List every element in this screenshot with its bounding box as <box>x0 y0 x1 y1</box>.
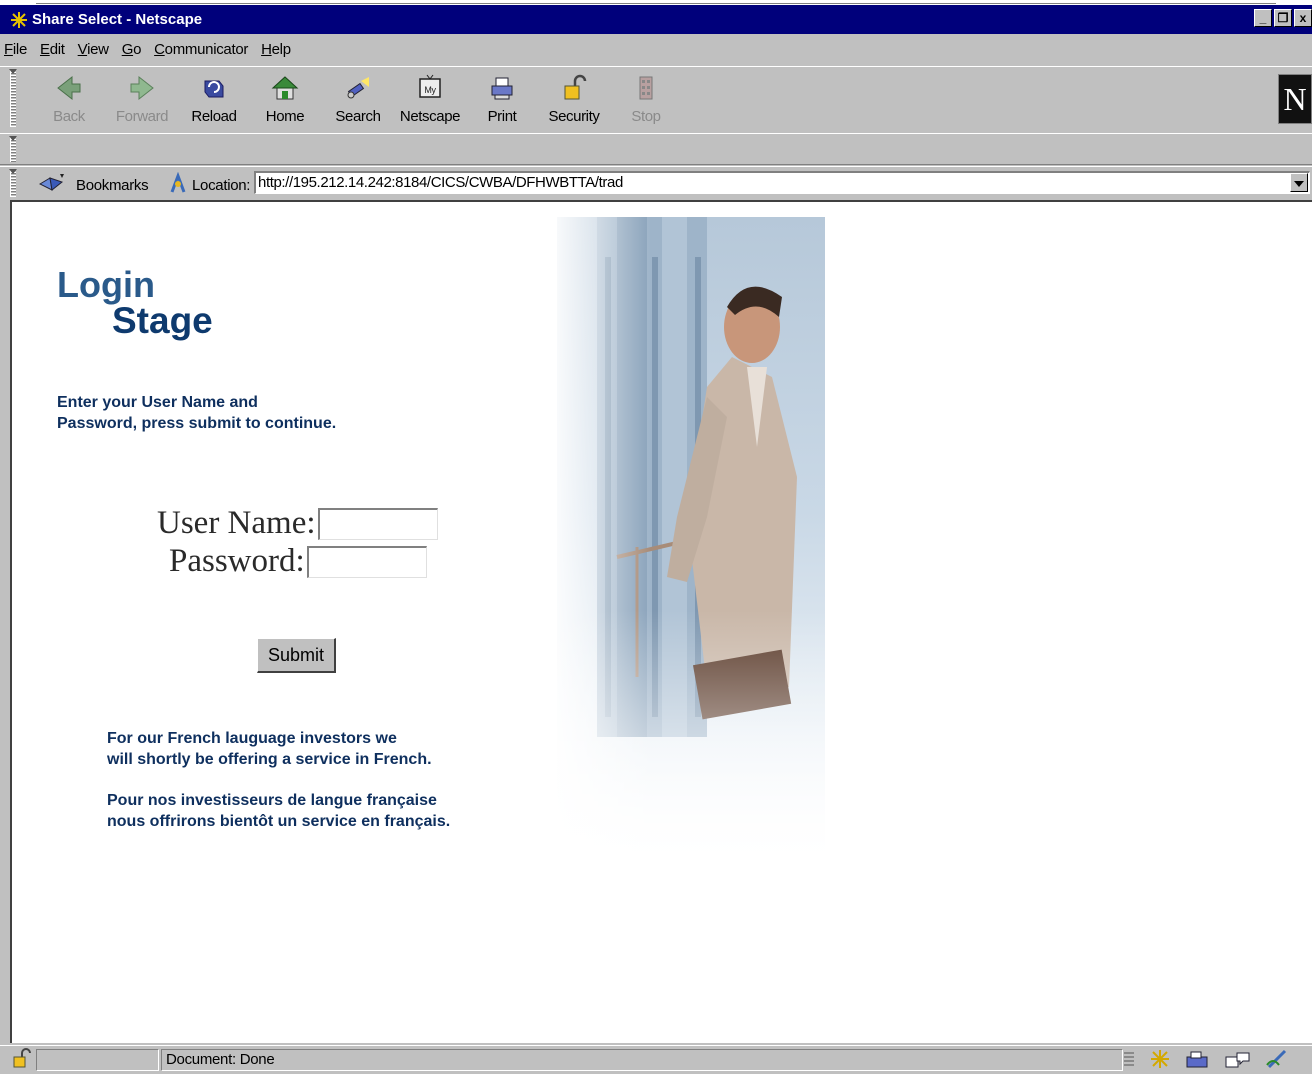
menu-edit[interactable]: Edit <box>40 41 65 58</box>
composer-icon[interactable] <box>1265 1049 1289 1074</box>
printer-icon <box>487 72 517 104</box>
location-label-group: Location: <box>168 171 251 198</box>
location-label: Location: <box>192 176 251 194</box>
component-bar <box>1123 1049 1289 1074</box>
status-bar: Document: Done <box>0 1045 1312 1074</box>
home-icon <box>270 72 300 104</box>
heading-stage: Stage <box>112 300 213 341</box>
home-button[interactable]: Home <box>262 72 308 128</box>
username-input[interactable] <box>317 507 438 540</box>
page-proxy-icon[interactable] <box>168 171 188 198</box>
menu-communicator[interactable]: Communicator <box>154 41 248 58</box>
close-button[interactable]: x <box>1294 9 1312 27</box>
title-bar: Share Select - Netscape _ ❐ x <box>0 5 1312 34</box>
search-button[interactable]: Search <box>332 72 384 128</box>
personal-toolbar-grip[interactable] <box>9 136 17 162</box>
progress-bar <box>36 1049 159 1071</box>
netscape-button[interactable]: My Netscape <box>397 72 463 128</box>
component-bar-grip-icon[interactable] <box>1123 1050 1135 1073</box>
status-text: Document: Done <box>161 1049 1123 1071</box>
location-history-dropdown[interactable] <box>1290 173 1308 192</box>
menu-help[interactable]: Help <box>261 41 291 58</box>
chevron-down-icon <box>1294 174 1304 191</box>
forward-button[interactable]: Forward <box>114 72 170 128</box>
submit-button[interactable]: Submit <box>257 638 336 673</box>
menu-go[interactable]: Go <box>122 41 142 58</box>
maximize-button[interactable]: ❐ <box>1274 9 1292 27</box>
bookmarks-label: Bookmarks <box>76 176 149 194</box>
newsgroups-icon[interactable] <box>1225 1049 1251 1074</box>
forward-arrow-icon <box>127 72 157 104</box>
page-content: Login Stage Enter your User Name and Pas… <box>10 200 1312 1043</box>
personal-toolbar <box>0 133 1312 165</box>
login-instructions: Enter your User Name and Password, press… <box>57 394 337 432</box>
username-label: User Name: <box>157 505 316 541</box>
menu-view[interactable]: View <box>78 41 109 58</box>
window-title: Share Select - Netscape <box>32 11 203 28</box>
security-button[interactable]: Security <box>546 72 602 128</box>
french-service-note-en: For our French lauguage investors we wil… <box>107 730 432 768</box>
reload-icon <box>199 72 229 104</box>
username-row: User Name: <box>157 505 438 542</box>
toolbar-grip[interactable] <box>9 69 17 127</box>
mail-icon[interactable] <box>1185 1049 1211 1074</box>
password-row: Password: <box>169 543 427 580</box>
menu-bar: File Edit View Go Communicator Help <box>0 36 1312 62</box>
back-arrow-icon <box>54 72 84 104</box>
password-label: Password: <box>169 543 305 579</box>
back-button[interactable]: Back <box>48 72 90 128</box>
my-netscape-icon: My <box>415 72 445 104</box>
navigation-toolbar: Back Forward Reload Home Search My Netsc… <box>0 66 1312 131</box>
reload-button[interactable]: Reload <box>188 72 240 128</box>
bookmarks-button[interactable]: Bookmarks <box>38 172 149 198</box>
password-input[interactable] <box>306 545 427 578</box>
window-controls: _ ❐ x <box>1254 9 1312 27</box>
print-button[interactable]: Print <box>484 72 520 128</box>
stop-icon <box>631 72 661 104</box>
search-flashlight-icon <box>343 72 373 104</box>
stop-button[interactable]: Stop <box>626 72 666 128</box>
menu-file[interactable]: File <box>4 41 27 58</box>
netscape-logo-icon[interactable]: N <box>1278 74 1312 124</box>
padlock-icon <box>559 72 589 104</box>
netscape-app-icon[interactable] <box>10 11 28 29</box>
businessman-illustration <box>557 217 825 872</box>
minimize-button[interactable]: _ <box>1254 9 1272 27</box>
location-url-input[interactable]: http://195.212.14.242:8184/CICS/CWBA/DFH… <box>254 171 1310 194</box>
french-service-note-fr: Pour nos investisseurs de langue françai… <box>107 792 451 830</box>
security-status-button[interactable] <box>8 1047 34 1073</box>
unlocked-padlock-icon <box>11 1047 31 1073</box>
svg-text:My: My <box>424 85 436 95</box>
navigator-icon[interactable] <box>1149 1049 1171 1074</box>
businessman-photo <box>557 217 825 872</box>
location-toolbar-grip[interactable] <box>9 169 17 197</box>
bookmarks-icon <box>38 172 70 198</box>
location-toolbar: Bookmarks Location: http://195.212.14.24… <box>0 166 1312 199</box>
